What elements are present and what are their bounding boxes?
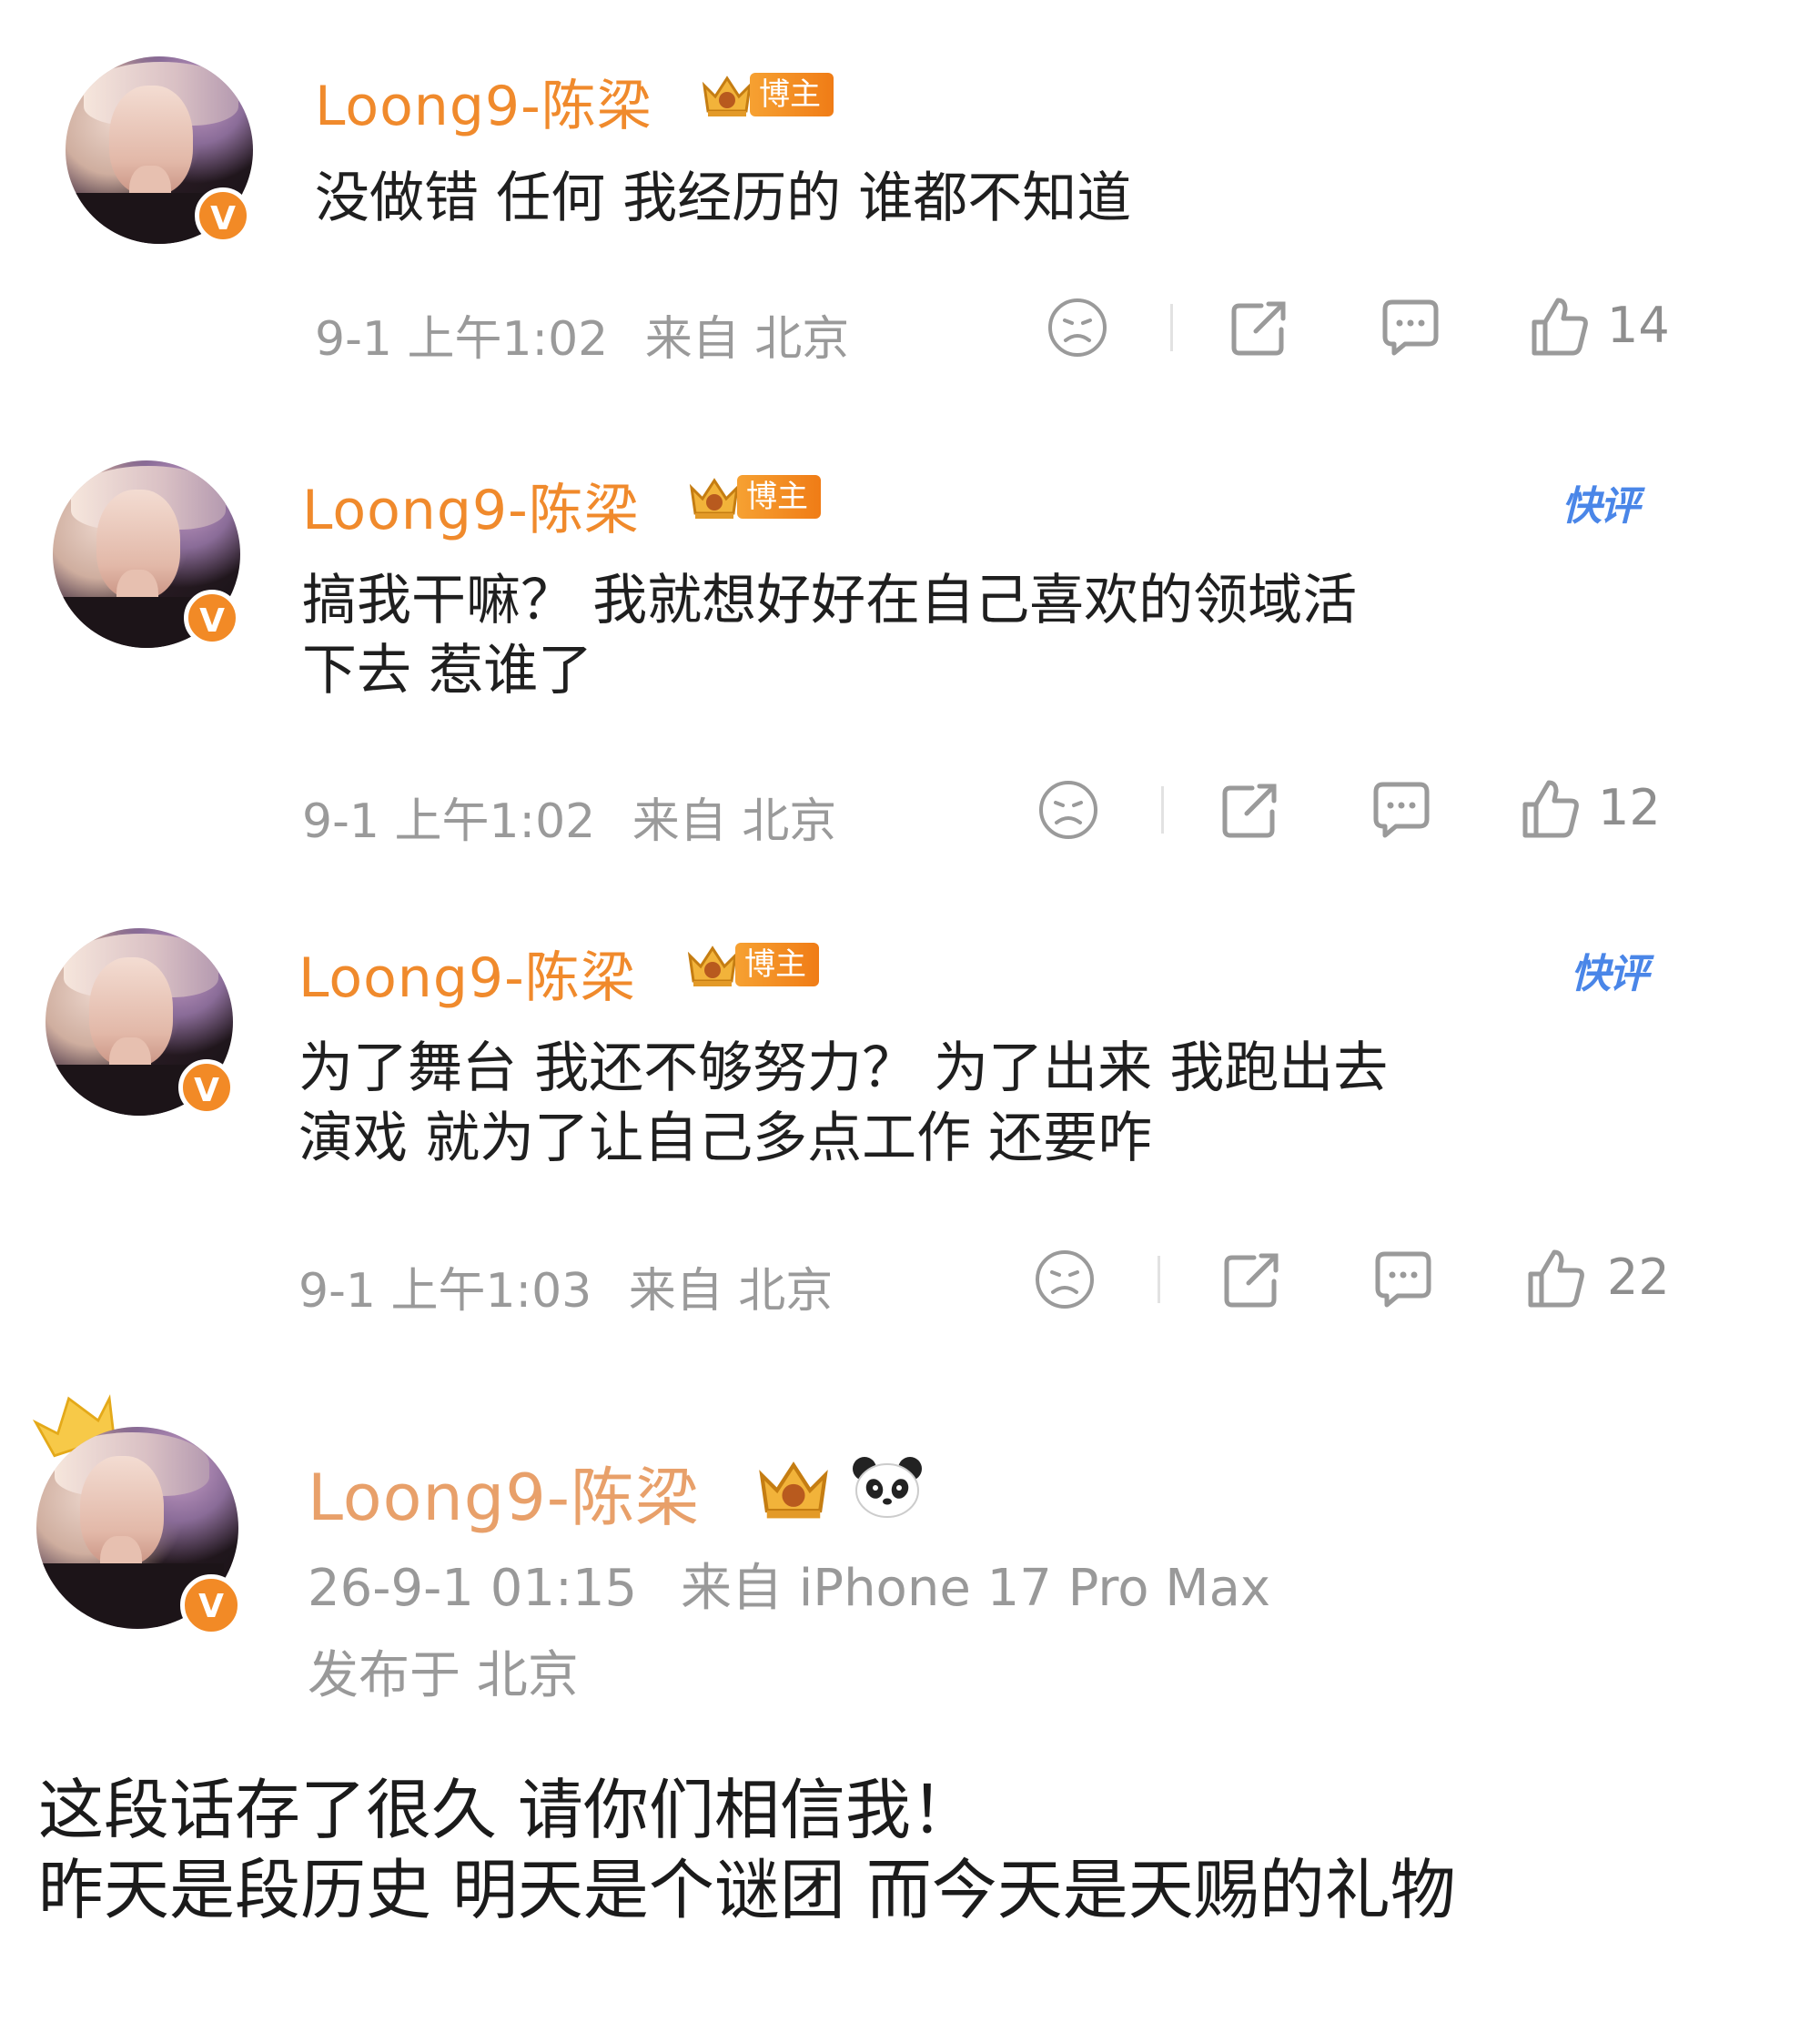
username[interactable]: Loong9-陈梁	[302, 466, 640, 545]
blogger-badge: 博主	[686, 471, 821, 522]
username[interactable]: Loong9-陈梁	[315, 62, 652, 141]
comment-time: 9-1 上午1:02	[302, 794, 596, 849]
sad-face-icon[interactable]	[1034, 775, 1103, 844]
blogger-badge: 博主	[684, 939, 819, 990]
comment-actions: 22	[1030, 1245, 1685, 1318]
sad-face-icon[interactable]	[1030, 1245, 1099, 1314]
comment-text: 搞我干嘛？ 我就想好好在自己喜欢的领域活 下去 惹谁了	[302, 566, 1357, 706]
kuaiping-label: 快评	[1571, 951, 1649, 997]
comment-location: 来自 北京	[644, 312, 850, 367]
comment-location: 来自 北京	[628, 1264, 834, 1319]
post-meta: 26-9-1 01:15 来自 iPhone 17 Pro Max	[308, 1547, 1270, 1621]
crown-icon	[689, 478, 740, 519]
badge-label: 博主	[737, 475, 821, 519]
share-icon[interactable]	[1216, 775, 1285, 844]
kuaiping-label: 快评	[1562, 483, 1640, 530]
comment-text-line: 搞我干嘛？ 我就想好好在自己喜欢的领域活	[302, 569, 1358, 632]
divider	[1161, 786, 1164, 834]
panda-icon	[853, 1457, 922, 1518]
weibo-comments-screen: V Loong9-陈梁 博主 没做错 任何 我经历的 谁都不知道 9-1 上午1…	[0, 0, 1820, 2022]
verified-icon: V	[184, 590, 240, 646]
post-location: 发布于 北京	[308, 1646, 579, 1705]
post-text-line: 昨天是段历史 明天是个谜团 而今天是天赐的礼物	[38, 1851, 1456, 1928]
share-icon[interactable]	[1225, 293, 1294, 362]
comment-meta: 9-1 上午1:02 来自 北京	[302, 783, 836, 851]
like-count: 22	[1607, 1249, 1670, 1306]
comment-actions: 14	[1043, 293, 1698, 366]
crown-icon	[687, 945, 738, 986]
comment-text-line: 演戏 就为了让自己多点工作 还要咋	[298, 1106, 1153, 1170]
thumbs-up-icon[interactable]	[1516, 775, 1585, 844]
crown-icon	[702, 76, 753, 116]
thumbs-up-icon[interactable]	[1525, 293, 1594, 362]
post-text-line: 这段话存了很久 请你们相信我！	[38, 1772, 976, 1848]
comment-icon[interactable]	[1376, 293, 1445, 362]
post-username[interactable]: Loong9-陈梁	[308, 1447, 700, 1539]
comment-time: 9-1 上午1:02	[315, 312, 609, 367]
comment-time: 9-1 上午1:03	[298, 1264, 592, 1319]
comment-text: 为了舞台 我还不够努力？ 为了出来 我跑出去 演戏 就为了让自己多点工作 还要咋	[298, 1034, 1388, 1174]
divider	[1170, 304, 1173, 351]
verified-icon: V	[195, 187, 251, 244]
crown-icon	[759, 1461, 828, 1519]
comment-text: 没做错 任何 我经历的 谁都不知道	[315, 164, 1131, 234]
post-datetime: 26-9-1 01:15	[308, 1559, 638, 1618]
username[interactable]: Loong9-陈梁	[298, 934, 636, 1013]
post-source: 来自 iPhone 17 Pro Max	[680, 1559, 1271, 1618]
share-icon[interactable]	[1218, 1245, 1287, 1314]
badge-label: 博主	[750, 73, 834, 116]
post-body: 这段话存了很久 请你们相信我！ 昨天是段历史 明天是个谜团 而今天是天赐的礼物	[38, 1771, 1456, 1931]
comment-meta: 9-1 上午1:03 来自 北京	[298, 1252, 833, 1320]
badge-label: 博主	[735, 943, 819, 986]
thumbs-up-icon[interactable]	[1522, 1245, 1591, 1314]
comment-text-line: 没做错 任何 我经历的 谁都不知道	[315, 167, 1132, 230]
like-count: 12	[1598, 779, 1661, 836]
comment-icon[interactable]	[1367, 775, 1436, 844]
verified-icon: V	[180, 1574, 242, 1636]
divider	[1158, 1256, 1160, 1303]
like-count: 14	[1607, 297, 1670, 354]
comment-text-line: 下去 惹谁了	[302, 638, 593, 703]
comment-meta: 9-1 上午1:02 来自 北京	[315, 300, 849, 369]
comment-icon[interactable]	[1369, 1245, 1438, 1314]
sad-face-icon[interactable]	[1043, 293, 1112, 362]
comment-text-line: 为了舞台 我还不够努力？ 为了出来 我跑出去	[298, 1036, 1389, 1100]
comment-actions: 12	[1034, 775, 1689, 848]
blogger-badge: 博主	[699, 69, 834, 120]
comment-location: 来自 北京	[632, 794, 837, 849]
verified-icon: V	[178, 1059, 235, 1116]
